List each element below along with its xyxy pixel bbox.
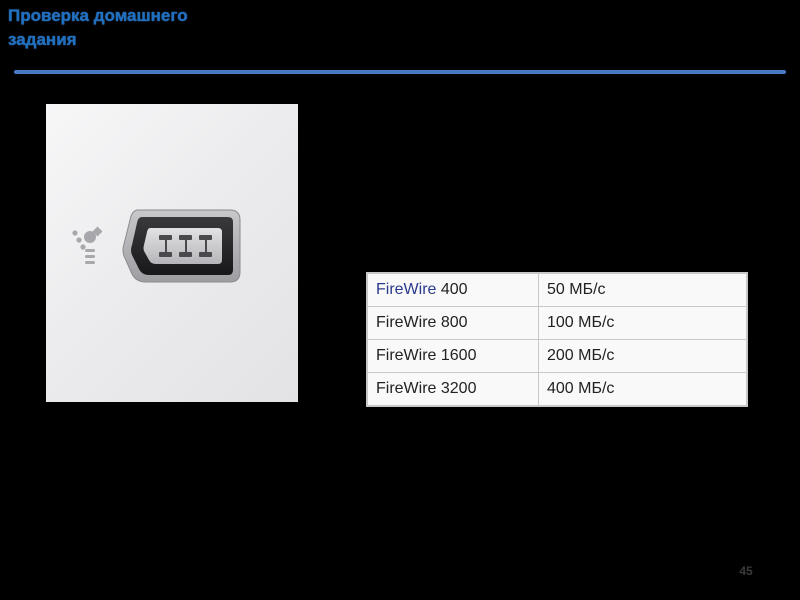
slide-title: Проверка домашнего задания bbox=[8, 4, 308, 52]
firewire-speed-table: FireWire 400 50 МБ/с FireWire 800 100 МБ… bbox=[366, 272, 748, 407]
table-row: FireWire 800 100 МБ/с bbox=[366, 306, 748, 340]
interface-cell: FireWire 800 bbox=[366, 306, 539, 340]
table-row: FireWire 3200 400 МБ/с bbox=[366, 372, 748, 407]
speed-cell: 100 МБ/с bbox=[538, 306, 748, 340]
table-row: FireWire 1600 200 МБ/с bbox=[366, 339, 748, 373]
interface-suffix: 400 bbox=[436, 281, 468, 298]
firewire-port-illustration bbox=[72, 209, 241, 283]
interface-cell: FireWire 400 bbox=[366, 272, 539, 307]
firewire-logo-icon bbox=[72, 226, 103, 264]
firewire-link[interactable]: FireWire bbox=[376, 281, 436, 298]
slide: Проверка домашнего задания FireWire 400 … bbox=[0, 0, 800, 600]
interface-cell: FireWire 3200 bbox=[366, 372, 539, 407]
interface-cell: FireWire 1600 bbox=[366, 339, 539, 373]
firewire-port bbox=[122, 209, 241, 283]
speed-cell: 50 МБ/с bbox=[538, 272, 748, 307]
slide-title-line-1: Проверка домашнего bbox=[8, 6, 188, 25]
page-number: 45 bbox=[739, 564, 753, 578]
title-divider bbox=[14, 70, 786, 74]
firewire-port-photo bbox=[46, 104, 298, 402]
speed-cell: 400 МБ/с bbox=[538, 372, 748, 407]
table-row: FireWire 400 50 МБ/с bbox=[366, 272, 748, 307]
speed-cell: 200 МБ/с bbox=[538, 339, 748, 373]
slide-title-line-2: задания bbox=[8, 30, 77, 49]
